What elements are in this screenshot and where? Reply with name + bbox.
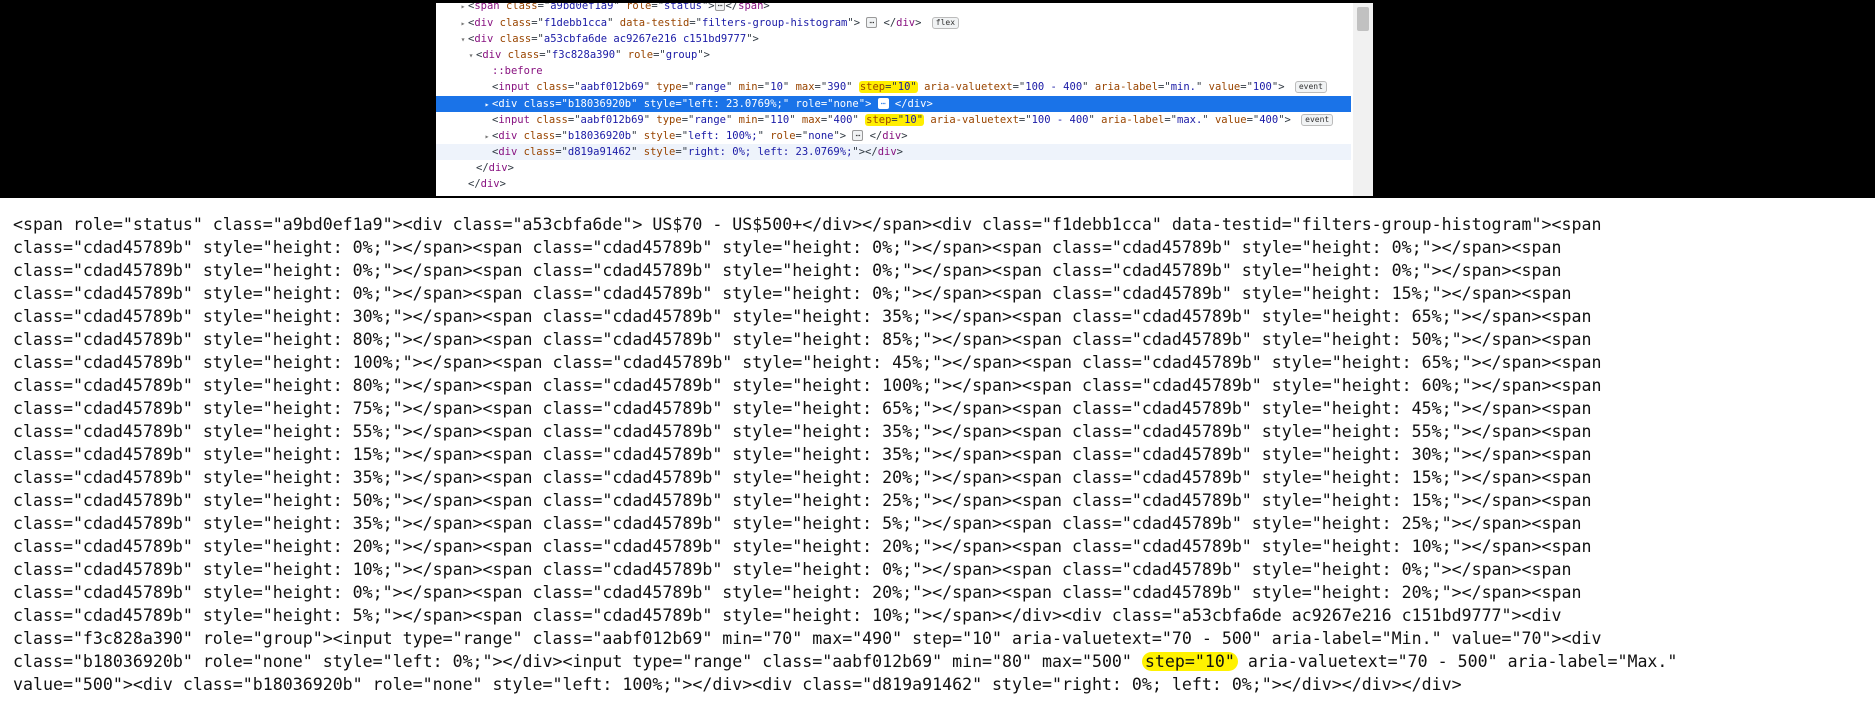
page-source-text: <span role="status" class="a9bd0ef1a9"><… — [13, 213, 1863, 696]
source-line: <span role="status" class="a9bd0ef1a9"><… — [13, 215, 1602, 234]
source-line: class="cdad45789b" style="height: 0%;"><… — [13, 238, 1562, 257]
dom-node-markup: <div class="f1debb1cca" data-testid="fil… — [468, 17, 960, 29]
source-line: class="cdad45789b" style="height: 80%;">… — [13, 376, 1602, 395]
dom-tree-node[interactable]: ▾ <div class="a53cbfa6de ac9267e216 c151b… — [436, 31, 1351, 47]
dom-node-markup: <div class="d819a91462" style="right: 0%… — [492, 146, 903, 158]
screenshot-top-backdrop: ▸ <span class="a9bd0ef1a9" role="status">… — [0, 0, 1875, 198]
devtools-scrollbar[interactable] — [1353, 3, 1373, 196]
source-line: class="cdad45789b" style="height: 5%;"><… — [13, 606, 1562, 625]
source-line: class="b18036920b" role="none" style="le… — [13, 652, 1678, 671]
dom-tree-node[interactable]: <input class="aabf012b69" type="range" m… — [436, 112, 1351, 128]
source-line: class="cdad45789b" style="height: 80%;">… — [13, 330, 1592, 349]
dom-node-markup: <div class="b18036920b" style="left: 100… — [492, 130, 908, 142]
dom-node-markup: <div class="b18036920b" style="left: 23.… — [492, 98, 933, 110]
dom-tree-node[interactable]: <div class="d819a91462" style="right: 0%… — [436, 144, 1351, 160]
dom-tree-node[interactable]: ::before — [436, 63, 1351, 79]
dom-tree-node[interactable]: ▸ <div class="b18036920b" style="left: 10… — [436, 128, 1351, 144]
scrollbar-thumb[interactable] — [1357, 7, 1369, 31]
source-line: class="cdad45789b" style="height: 35%;">… — [13, 468, 1592, 487]
dom-node-markup: <input class="aabf012b69" type="range" m… — [492, 114, 1334, 126]
source-line: class="cdad45789b" style="height: 30%;">… — [13, 307, 1592, 326]
source-line: value="500"><div class="b18036920b" role… — [13, 675, 1462, 694]
source-line: class="cdad45789b" style="height: 75%;">… — [13, 399, 1592, 418]
source-line: class="cdad45789b" style="height: 100%;"… — [13, 353, 1602, 372]
devtools-elements-panel[interactable]: ▸ <span class="a9bd0ef1a9" role="status">… — [436, 3, 1373, 196]
expand-triangle-icon[interactable]: ▸ — [482, 129, 492, 145]
dom-node-markup: <input class="aabf012b69" type="range" m… — [492, 81, 1327, 93]
dom-tree-node[interactable]: ▾ <div class="f3c828a390" role="group"> — [436, 47, 1351, 63]
expand-triangle-icon[interactable]: ▸ — [458, 16, 468, 32]
source-line: class="cdad45789b" style="height: 10%;">… — [13, 560, 1572, 579]
expand-triangle-icon[interactable]: ▸ — [482, 97, 492, 113]
source-line: class="cdad45789b" style="height: 20%;">… — [13, 537, 1592, 556]
dom-node-markup: <span class="a9bd0ef1a9" role="status"> ⋯… — [468, 3, 770, 12]
source-line: class="cdad45789b" style="height: 15%;">… — [13, 445, 1592, 464]
dom-node-markup: <div class="a53cbfa6de ac9267e216 c151bd… — [468, 33, 759, 45]
source-line: class="cdad45789b" style="height: 50%;">… — [13, 491, 1592, 510]
expand-triangle-icon[interactable]: ▾ — [466, 48, 476, 64]
dom-tree-node[interactable]: ▸ <div class="b18036920b" style="left: 23… — [436, 96, 1351, 112]
source-line: class="cdad45789b" style="height: 35%;">… — [13, 514, 1582, 533]
source-line: class="cdad45789b" style="height: 0%;"><… — [13, 284, 1572, 303]
dom-tree-node[interactable]: </div> — [436, 176, 1351, 192]
source-line: class="cdad45789b" style="height: 0%;"><… — [13, 583, 1582, 602]
dom-tree-node[interactable]: ▸ <span class="a9bd0ef1a9" role="status">… — [436, 3, 1351, 14]
dom-tree-node[interactable]: <input class="aabf012b69" type="range" m… — [436, 79, 1351, 95]
expand-triangle-icon[interactable]: ▸ — [458, 3, 468, 15]
expand-triangle-icon[interactable]: ▾ — [458, 32, 468, 48]
source-line: class="cdad45789b" style="height: 55%;">… — [13, 422, 1592, 441]
highlighted-step-attribute: step="10" — [1141, 652, 1238, 671]
dom-node-markup: </div> — [476, 162, 514, 174]
dom-node-markup: ::before — [492, 65, 543, 77]
dom-node-markup: <div class="f3c828a390" role="group"> — [476, 49, 710, 61]
dom-node-markup: </div> — [468, 178, 506, 190]
dom-tree-node[interactable]: ▸ <div class="f1debb1cca" data-testid="fi… — [436, 15, 1351, 31]
source-line: class="cdad45789b" style="height: 0%;"><… — [13, 261, 1562, 280]
source-line: class="f3c828a390" role="group"><input t… — [13, 629, 1602, 648]
dom-tree-node[interactable]: </div> — [436, 160, 1351, 176]
